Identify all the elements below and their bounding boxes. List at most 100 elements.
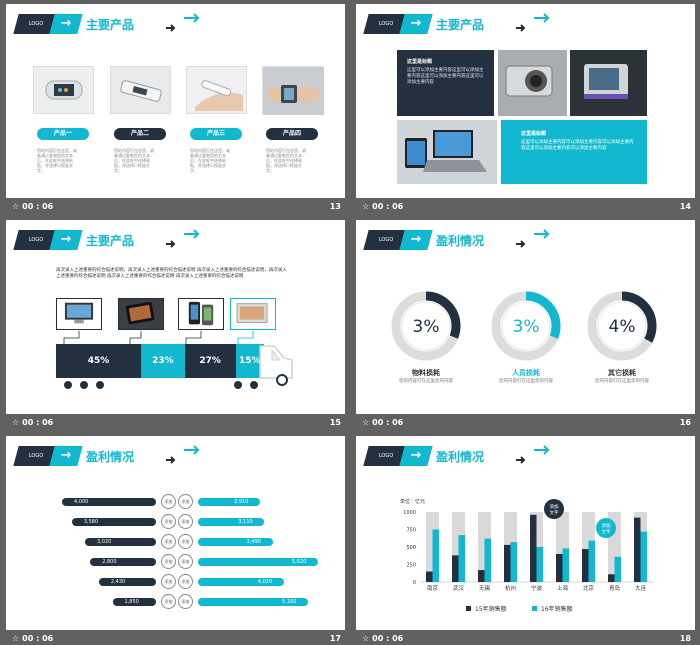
slide-16[interactable]: LOGO → 盈利情况 3% 物料损耗 您的内容打在这里您的内容 3% 人员损耗 您的内容… (356, 220, 695, 433)
slide-15[interactable]: LOGO → 主要产品 再次录入上述重要的综合描述说明，再次录入上述重要的综合描… (6, 220, 345, 433)
bar-15 (452, 555, 459, 582)
row-circle: 添加 (178, 574, 193, 589)
legend-swatch (466, 606, 471, 611)
bar-16 (588, 540, 595, 582)
gadget-image (570, 50, 647, 116)
product-description-3: 您的内容打在这里，或者通过复制您的文本后，在此框中选择粘贴，并选择只保留文字。 (190, 148, 230, 173)
star-icon[interactable]: ☆ (362, 202, 369, 211)
left-value: 3,020 (97, 539, 112, 545)
ring-value: 3% (413, 317, 440, 337)
y-tick-label: 750 (406, 528, 416, 534)
product-label-1: 产品一 (37, 128, 89, 140)
right-value: 5,620 (292, 559, 307, 565)
slide-number: 13 (329, 202, 341, 211)
slide-title: 盈利情况 (436, 234, 485, 248)
row-circle: 添加 (161, 534, 176, 549)
x-tick-label: 武汉 (453, 584, 465, 592)
slide-18-canvas: LOGO → 盈利情况 单位：亿元 0 250 500 750 1000 南京 武汉 无锡 杭州… (356, 436, 695, 630)
slide-13[interactable]: LOGO → 主要产品 产品一 您的内容打在这里，或者通过复制您的文本后，在此框中… (6, 4, 345, 217)
bar-chart: 02505007501000南京 武汉 无锡 杭州 宁波 上海 北京 青岛 大连添加文字添加文字… (403, 499, 654, 613)
row-circle: 添加 (178, 494, 193, 509)
left-bar (85, 538, 156, 546)
header-arrow-icon: → (399, 230, 433, 250)
segment-1: 45% (56, 344, 142, 378)
slide-footer: ☆ 00 : 06 15 (6, 414, 345, 433)
callout-text: 文字 (602, 528, 611, 535)
callout-text: 添加 (602, 522, 611, 529)
y-tick-label: 1000 (403, 510, 416, 516)
right-bar (198, 518, 265, 526)
slide-title: 主要产品 (86, 18, 135, 32)
ring-label-3: 其它损耗 (608, 369, 636, 377)
ring-value: 4% (609, 317, 636, 337)
ring-chart-1: 3% (391, 291, 461, 361)
star-icon[interactable]: ☆ (362, 634, 369, 643)
header-arrow-icon: → (399, 14, 433, 34)
slide-13-canvas: LOGO → 主要产品 产品一 您的内容打在这里，或者通过复制您的文本后，在此框中… (6, 4, 345, 198)
product-description-2: 您的内容打在这里，或者通过复制您的文本后，在此框中选择粘贴，并选择只保留文字。 (114, 148, 154, 173)
slide-17[interactable]: LOGO → 盈利情况 4,000 添加 添加 2,910 3,580 添加 添加 3,110… (6, 436, 345, 645)
slide-footer: ☆ 00 : 06 17 (6, 630, 345, 645)
bar-15 (582, 549, 589, 582)
left-bar (98, 578, 156, 586)
star-icon[interactable]: ☆ (12, 418, 19, 427)
product-label-2: 产品二 (114, 128, 166, 140)
text-box-bottom: 这里是标题 这里可以添加主要内容可以添加主要内容可以添加主要内容这里可以添加主要… (501, 120, 647, 184)
slide-14[interactable]: LOGO → 主要产品 这里是标题 这里可以添加主要内容这里可以添加主要内容这里… (356, 4, 695, 217)
duration: ☆ 00 : 06 (12, 202, 53, 211)
right-value: 3,110 (238, 519, 253, 525)
legend-label: 15年销售额 (475, 605, 507, 613)
slide-title: 主要产品 (436, 18, 485, 32)
x-tick-label: 南京 (427, 584, 439, 592)
x-tick-label: 大连 (635, 584, 647, 592)
decorative-arrows-icon (166, 13, 200, 32)
slide-number: 18 (679, 634, 691, 643)
x-tick-label: 青岛 (609, 584, 621, 592)
bar-16 (614, 556, 621, 582)
product-label-4: 产品四 (266, 128, 318, 140)
slide-16-canvas: LOGO → 盈利情况 3% 物料损耗 您的内容打在这里您的内容 3% 人员损耗 您的内容… (356, 220, 695, 414)
box-body: 这里可以添加主要内容这里可以添加主要内容这里可以添加主要内容这里可以添加主要内容 (407, 68, 484, 85)
slide-number: 15 (329, 418, 341, 427)
slide-18[interactable]: LOGO → 盈利情况 单位：亿元 0 250 500 750 1000 南京 武汉 无锡 杭州… (356, 436, 695, 645)
callout-text: 添加 (550, 503, 559, 510)
segment-3: 27% (184, 344, 236, 378)
row-circle: 添加 (178, 554, 193, 569)
decorative-arrows-icon (166, 445, 200, 464)
left-value: 4,000 (74, 499, 89, 505)
header-arrow-icon: → (49, 14, 83, 34)
duration-text: 00 : 06 (22, 418, 54, 427)
truck-wheels-icon (64, 381, 258, 389)
star-icon[interactable]: ☆ (12, 634, 19, 643)
slide-14-canvas: LOGO → 主要产品 这里是标题 这里可以添加主要内容这里可以添加主要内容这里… (356, 4, 695, 198)
y-tick-label: 250 (406, 563, 416, 569)
bar-16 (484, 538, 491, 582)
decorative-arrows-icon (516, 229, 550, 248)
right-bar (198, 498, 261, 506)
row-circle: 添加 (178, 594, 193, 609)
row-circle: 添加 (161, 494, 176, 509)
ring-chart-2: 3% (491, 291, 561, 361)
slide-footer: ☆ 00 : 06 18 (356, 630, 695, 645)
product-image-1 (33, 66, 94, 114)
bar-15 (634, 517, 641, 582)
row-circle: 添加 (161, 554, 176, 569)
bar-16 (562, 548, 569, 582)
bar-16 (510, 542, 517, 582)
star-icon[interactable]: ☆ (12, 202, 19, 211)
bar-15 (478, 570, 485, 582)
star-icon[interactable]: ☆ (362, 418, 369, 427)
legend-label: 16年销售额 (541, 605, 573, 613)
box-body: 这里可以添加主要内容可以添加主要内容可以添加主要内容这里可以添加主要内容可以添加… (521, 140, 634, 151)
slide-number: 14 (679, 202, 691, 211)
slide-number: 16 (679, 418, 691, 427)
product-description-1: 您的内容打在这里，或者通过复制您的文本后，在此框中选择粘贴，并选择只保留文字。 (37, 148, 77, 173)
slide-footer: ☆ 00 : 06 13 (6, 198, 345, 217)
ring-chart-3: 4% (587, 291, 657, 361)
left-value: 1,850 (124, 599, 139, 605)
row-circle: 添加 (161, 594, 176, 609)
duration-text: 00 : 06 (372, 634, 404, 643)
slide-footer: ☆ 00 : 06 14 (356, 198, 695, 217)
laptop-image (397, 120, 497, 184)
callout-text: 文字 (550, 509, 559, 516)
